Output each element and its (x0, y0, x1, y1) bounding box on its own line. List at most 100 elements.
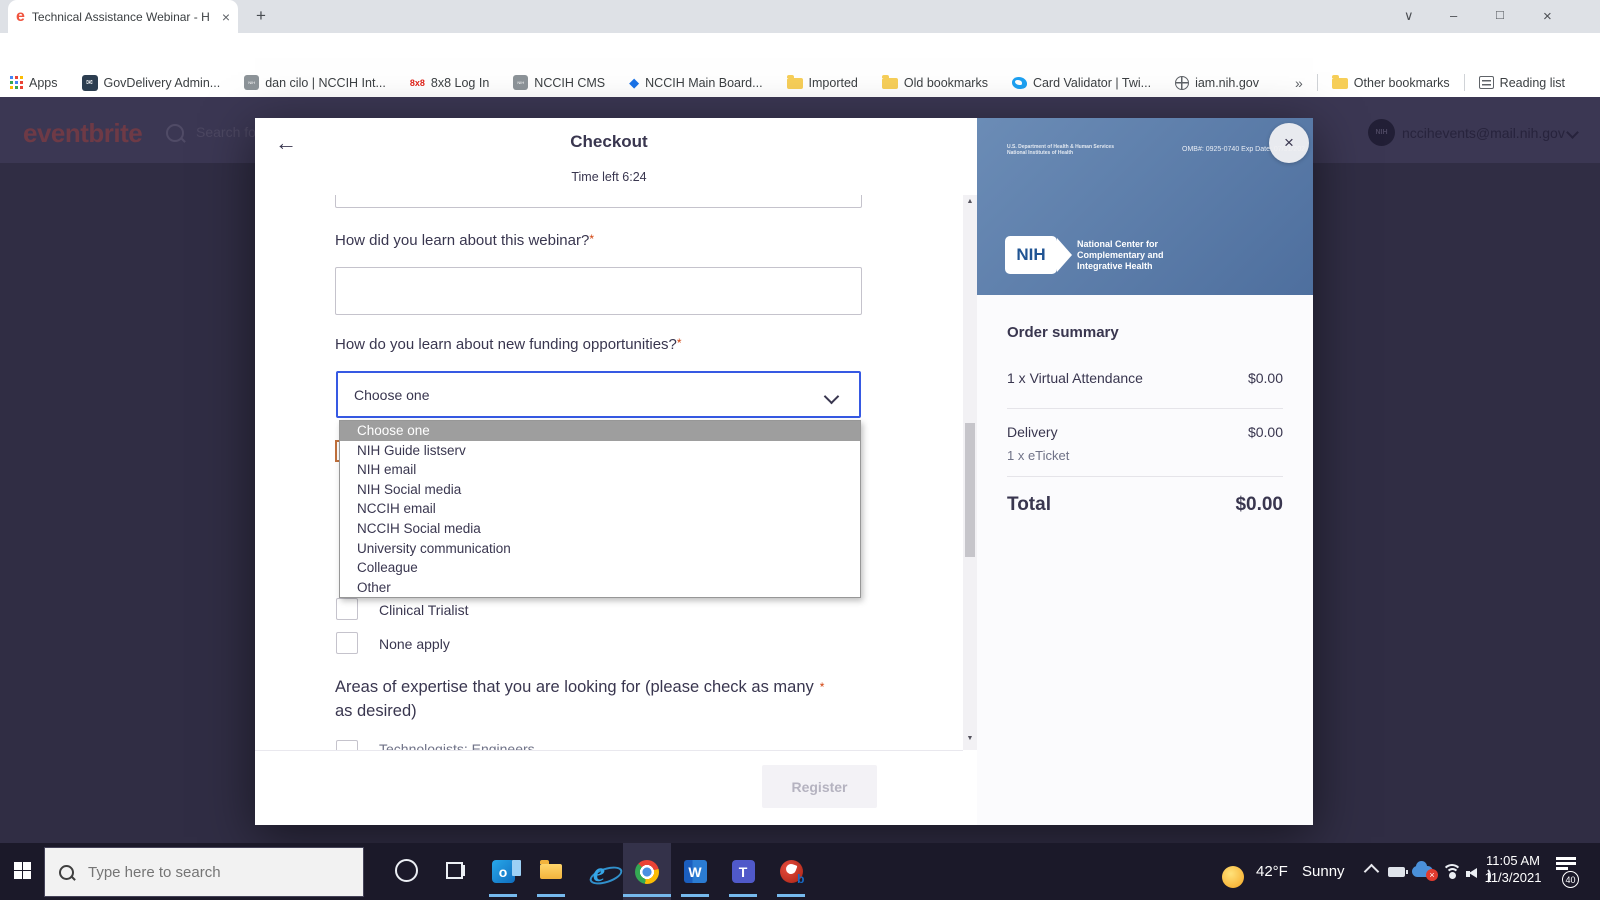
order-line-2-sub: 1 x eTicket (1007, 448, 1069, 463)
tab-search-icon[interactable]: ∨ (1404, 8, 1414, 24)
dropdown-option[interactable]: NCCIH Social media (340, 519, 860, 539)
dropdown-option[interactable]: University communication (340, 539, 860, 559)
apps-grid-icon (10, 76, 23, 89)
file-explorer-taskbar-icon[interactable] (527, 843, 575, 900)
scroll-down-arrow[interactable]: ▼ (963, 735, 977, 742)
battery-icon[interactable] (1388, 867, 1405, 877)
folder-icon (882, 78, 898, 89)
internet-explorer-taskbar-icon[interactable]: e (575, 843, 623, 900)
eventbrite-logo: eventbrite (23, 118, 142, 149)
onedrive-cloud-icon[interactable]: × (1412, 866, 1433, 877)
other-bookmarks-button[interactable]: Other bookmarks (1332, 76, 1450, 90)
running-indicator (729, 894, 757, 897)
tray-date: 11/3/2021 (1478, 869, 1548, 886)
order-line-1: 1 x Virtual Attendance $0.00 (1007, 370, 1283, 386)
bookmark-nccih-cms[interactable]: NIH NCCIH CMS (513, 75, 605, 90)
nih-banner-image: U.S. Department of Health & Human Servic… (977, 118, 1313, 295)
reading-list-icon (1479, 76, 1494, 89)
window-minimize-button[interactable]: – (1450, 8, 1457, 23)
close-icon: × (1284, 133, 1294, 153)
window-maximize-button[interactable]: □ (1496, 7, 1504, 22)
bookmarks-overflow-icon[interactable]: » (1295, 75, 1303, 91)
clipped-bottom-label: Technologists; Engineers (379, 741, 535, 750)
q2-dropdown-list: Choose one NIH Guide listserv NIH email … (339, 420, 861, 598)
taskbar-search-input[interactable] (86, 863, 349, 882)
capture-app-taskbar-icon[interactable]: b (767, 843, 815, 900)
window-close-button[interactable]: × (1543, 8, 1552, 25)
dropdown-option[interactable]: Other (340, 578, 860, 598)
q1-label: How did you learn about this webinar?* (335, 232, 594, 249)
wifi-icon[interactable] (1442, 864, 1460, 878)
checkout-title: Checkout (255, 132, 963, 152)
weather-condition[interactable]: Sunny (1302, 863, 1345, 880)
none-apply-checkbox[interactable] (336, 632, 358, 654)
outlook-taskbar-icon[interactable]: o (479, 843, 527, 900)
clinical-trialist-label: Clinical Trialist (379, 602, 468, 618)
bookmark-govdelivery[interactable]: ✉ GovDelivery Admin... (82, 75, 221, 91)
time-left: Time left 6:24 (255, 170, 963, 184)
dropdown-option[interactable]: Choose one (340, 421, 860, 441)
weather-sun-icon[interactable] (1222, 866, 1244, 888)
bookmarks-row: Apps ✉ GovDelivery Admin... NIH dan cilo… (10, 68, 1259, 97)
taskbar-clock[interactable]: 11:05 AM 11/3/2021 (1478, 852, 1548, 886)
browser-tab[interactable]: e Technical Assistance Webinar - H × (8, 0, 238, 33)
action-center-icon[interactable]: 40 (1556, 857, 1576, 873)
register-button[interactable]: Register (762, 765, 877, 808)
new-tab-button[interactable]: + (256, 6, 266, 26)
running-indicator (537, 894, 565, 897)
dropdown-option[interactable]: NCCIH email (340, 499, 860, 519)
clipped-top-input[interactable] (335, 195, 862, 208)
reading-list-button[interactable]: Reading list (1479, 76, 1565, 90)
dropdown-option[interactable]: Colleague (340, 558, 860, 578)
start-button[interactable] (14, 862, 31, 879)
nccih-favicon: NIH (244, 75, 259, 90)
chrome-taskbar-icon[interactable] (623, 843, 671, 900)
sync-error-badge: × (1426, 869, 1438, 881)
modal-scrollbar-thumb[interactable] (965, 423, 975, 557)
dropdown-option[interactable]: NIH Guide listserv (340, 441, 860, 461)
cortana-button[interactable] (395, 859, 418, 882)
task-view-button[interactable] (446, 862, 463, 879)
q1-input[interactable] (335, 267, 862, 315)
running-indicator (777, 894, 805, 897)
word-taskbar-icon[interactable]: W (671, 843, 719, 900)
clinical-trialist-checkbox[interactable] (336, 598, 358, 620)
bookmark-folder-imported[interactable]: Imported (787, 76, 858, 90)
bookmarks-right-group: » Other bookmarks Reading list (1295, 68, 1565, 97)
divider (1007, 476, 1283, 477)
tab-close-icon[interactable]: × (222, 9, 230, 25)
clipped-bottom-checkbox[interactable] (336, 740, 358, 750)
screen: e Technical Assistance Webinar - H × + ∨… (0, 0, 1600, 900)
eventbrite-favicon-icon: e (16, 9, 25, 25)
bookmark-dan-cilo[interactable]: NIH dan cilo | NCCIH Int... (244, 75, 386, 90)
form-scroll-area: How did you learn about this webinar?* H… (255, 195, 963, 750)
twitter-bird-icon (1012, 77, 1027, 89)
running-indicator (623, 894, 671, 897)
order-summary-heading: Order summary (1007, 324, 1119, 341)
outlook-icon: o (492, 860, 515, 883)
separator (1464, 74, 1465, 91)
globe-icon (1175, 76, 1189, 90)
bookmark-card-validator[interactable]: Card Validator | Twi... (1012, 76, 1151, 90)
folder-icon (787, 78, 803, 89)
dropdown-option[interactable]: NIH email (340, 460, 860, 480)
teams-taskbar-icon[interactable]: T (719, 843, 767, 900)
site-search-placeholder: Search for (196, 124, 261, 140)
weather-temp[interactable]: 42°F (1256, 863, 1288, 880)
taskbar-search[interactable] (44, 847, 364, 897)
none-apply-label: None apply (379, 636, 450, 652)
modal-close-button[interactable]: × (1269, 123, 1309, 163)
q2-select[interactable]: Choose one (336, 371, 861, 418)
bookmark-folder-old[interactable]: Old bookmarks (882, 76, 988, 90)
account-email: nccihevents@mail.nih.gov (1402, 125, 1565, 141)
scroll-up-arrow[interactable]: ▲ (963, 198, 977, 205)
nccih-cms-favicon: NIH (513, 75, 528, 90)
bookmark-nccih-main-board[interactable]: ◆ NCCIH Main Board... (629, 75, 762, 91)
bookmark-iam-nih[interactable]: iam.nih.gov (1175, 76, 1259, 90)
dropdown-option[interactable]: NIH Social media (340, 480, 860, 500)
tab-strip: e Technical Assistance Webinar - H × + ∨… (0, 0, 1600, 33)
apps-shortcut[interactable]: Apps (10, 76, 58, 90)
account-avatar: NIH (1368, 119, 1395, 146)
running-indicator (681, 894, 709, 897)
bookmark-8x8[interactable]: 8x8 8x8 Log In (410, 76, 489, 90)
